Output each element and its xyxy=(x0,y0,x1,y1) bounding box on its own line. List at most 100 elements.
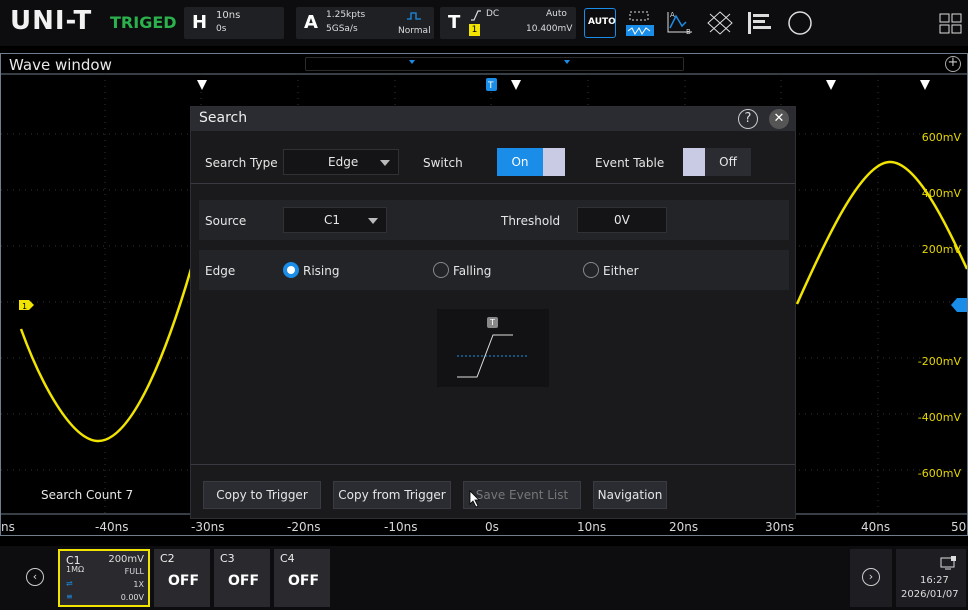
source-dropdown[interactable]: C1 xyxy=(283,207,387,233)
edge-option-either[interactable]: Either xyxy=(583,262,663,280)
channel-c3-panel[interactable]: C3 OFF xyxy=(214,549,270,607)
display-icon[interactable] xyxy=(744,8,776,38)
switch-toggle[interactable]: On xyxy=(497,148,565,176)
rising-edge-diagram-icon xyxy=(457,334,529,378)
acquire-letter: A xyxy=(304,12,318,33)
y-label-600: 600mV xyxy=(921,131,961,144)
wave-window-title: Wave window xyxy=(9,56,112,74)
horizontal-position: 0s xyxy=(216,24,227,34)
scroll-right-panel[interactable]: › xyxy=(850,549,892,607)
c4-name: C4 xyxy=(280,552,295,565)
c1-probe: 1X xyxy=(133,580,144,589)
zoom-in-icon[interactable]: + xyxy=(945,56,961,72)
record-icon[interactable] xyxy=(784,8,816,38)
either-label: Either xyxy=(603,264,639,278)
x-label-1: -40ns xyxy=(95,520,129,534)
divider xyxy=(191,464,795,465)
channel-c1-panel[interactable]: C1 200mV 1MΩ FULL ⇌ 1X ≡ 0.00V xyxy=(58,549,150,607)
channel-c4-panel[interactable]: C4 OFF xyxy=(274,549,330,607)
trigger-source-badge: 1 xyxy=(469,24,480,36)
svg-text:T: T xyxy=(487,81,494,91)
trigger-status: TRIGED xyxy=(110,13,177,32)
close-icon[interactable]: ✕ xyxy=(769,109,789,129)
measure-icon[interactable] xyxy=(624,8,656,38)
c1-scale: 200mV xyxy=(108,554,144,565)
event-table-value: Off xyxy=(705,148,751,176)
rising-label: Rising xyxy=(303,264,340,278)
c2-state: OFF xyxy=(168,573,200,589)
search-count: Search Count 7 xyxy=(41,488,134,502)
trigger-letter: T xyxy=(448,12,461,33)
radio-empty-icon xyxy=(583,262,599,278)
acquire-waveform-icon xyxy=(407,12,421,20)
oscilloscope-screen: UNI-T TRIGED H 10ns 0s A 1.25kpts 5GSa/s… xyxy=(0,0,968,610)
horizontal-letter: H xyxy=(192,12,208,33)
channel-c2-panel[interactable]: C2 OFF xyxy=(154,549,210,607)
c1-bandwidth: FULL xyxy=(124,567,144,576)
c1-bwlimit-icon: ≡ xyxy=(66,592,73,601)
copy-to-trigger-button[interactable]: Copy to Trigger xyxy=(203,481,321,509)
x-label-0: ns xyxy=(1,520,15,534)
c1-offset: 0.00V xyxy=(120,593,144,602)
timebase-value: 10ns xyxy=(216,10,241,21)
x-label-8: 30ns xyxy=(765,520,795,534)
acquire-panel[interactable]: A 1.25kpts 5GSa/s Normal xyxy=(296,7,434,39)
edge-option-falling[interactable]: Falling xyxy=(433,262,513,280)
measure-glyph-icon xyxy=(626,11,654,36)
auto-label: AUTO xyxy=(588,17,616,27)
source-value: C1 xyxy=(324,213,341,227)
x-label-9: 40ns xyxy=(861,520,891,534)
search-type-dropdown[interactable]: Edge xyxy=(283,149,399,175)
y-label-200: 200mV xyxy=(921,243,961,256)
x-label-2: -30ns xyxy=(191,520,225,534)
math-glyph-icon xyxy=(707,11,733,35)
trigger-level: 10.400mV xyxy=(526,24,573,34)
navigation-button[interactable]: Navigation xyxy=(593,481,667,509)
edge-label: Edge xyxy=(205,264,236,278)
edge-option-rising[interactable]: Rising xyxy=(283,262,363,280)
x-label-7: 20ns xyxy=(669,520,699,534)
dialog-header: Search ? ✕ xyxy=(191,107,795,131)
horizontal-panel[interactable]: H 10ns 0s xyxy=(184,7,284,39)
x-label-3: -20ns xyxy=(287,520,321,534)
divider xyxy=(191,183,795,184)
auto-button-icon[interactable]: AUTO xyxy=(584,8,616,38)
monitor-icon xyxy=(940,556,956,570)
source-label: Source xyxy=(205,214,247,228)
system-status-panel[interactable]: 16:27 2026/01/07 xyxy=(896,549,966,607)
display-glyph-icon xyxy=(748,12,771,34)
bottom-channel-bar: ‹ C1 200mV 1MΩ FULL ⇌ 1X ≡ 0.00V C2 OFF … xyxy=(0,546,968,610)
threshold-input[interactable]: 0V xyxy=(577,207,667,233)
c3-state: OFF xyxy=(228,573,260,589)
trigger-panel[interactable]: T DC 1 Auto 10.400mV xyxy=(440,7,576,39)
layout-grid-icon[interactable] xyxy=(934,8,966,38)
help-icon[interactable]: ? xyxy=(738,109,758,129)
copy-from-trigger-button[interactable]: Copy from Trigger xyxy=(333,481,451,509)
scroll-left-icon[interactable]: ‹ xyxy=(26,568,44,586)
brand-logo: UNI-T xyxy=(10,6,93,36)
scroll-right-icon[interactable]: › xyxy=(862,568,880,586)
c1-impedance: 1MΩ xyxy=(66,565,85,574)
trigger-coupling: DC xyxy=(486,9,500,19)
radio-selected-icon xyxy=(283,262,299,278)
acquire-mode: Normal xyxy=(398,26,431,36)
c2-name: C2 xyxy=(160,552,175,565)
x-label-10: 50 xyxy=(951,520,967,534)
rising-edge-icon xyxy=(471,10,481,21)
memory-depth: 1.25kpts xyxy=(326,10,366,20)
y-label-neg200: -200mV xyxy=(917,355,961,368)
search-dialog: Search ? ✕ Search Type Edge Switch On Ev… xyxy=(190,106,796,519)
math-icon[interactable] xyxy=(704,8,736,38)
c1-coupling-icon: ⇌ xyxy=(66,579,73,588)
switch-knob xyxy=(543,148,565,176)
dialog-title: Search xyxy=(199,110,248,126)
sample-rate: 5GSa/s xyxy=(326,24,358,34)
cursor-icon[interactable]: B A xyxy=(664,8,696,38)
search-type-value: Edge xyxy=(328,155,359,169)
record-glyph-icon xyxy=(788,11,812,35)
event-table-toggle[interactable]: Off xyxy=(683,148,751,176)
svg-text:1: 1 xyxy=(22,302,27,311)
mouse-pointer-icon xyxy=(469,490,480,508)
edge-diagram: T xyxy=(437,309,549,387)
clock-date: 2026/01/07 xyxy=(901,589,959,600)
